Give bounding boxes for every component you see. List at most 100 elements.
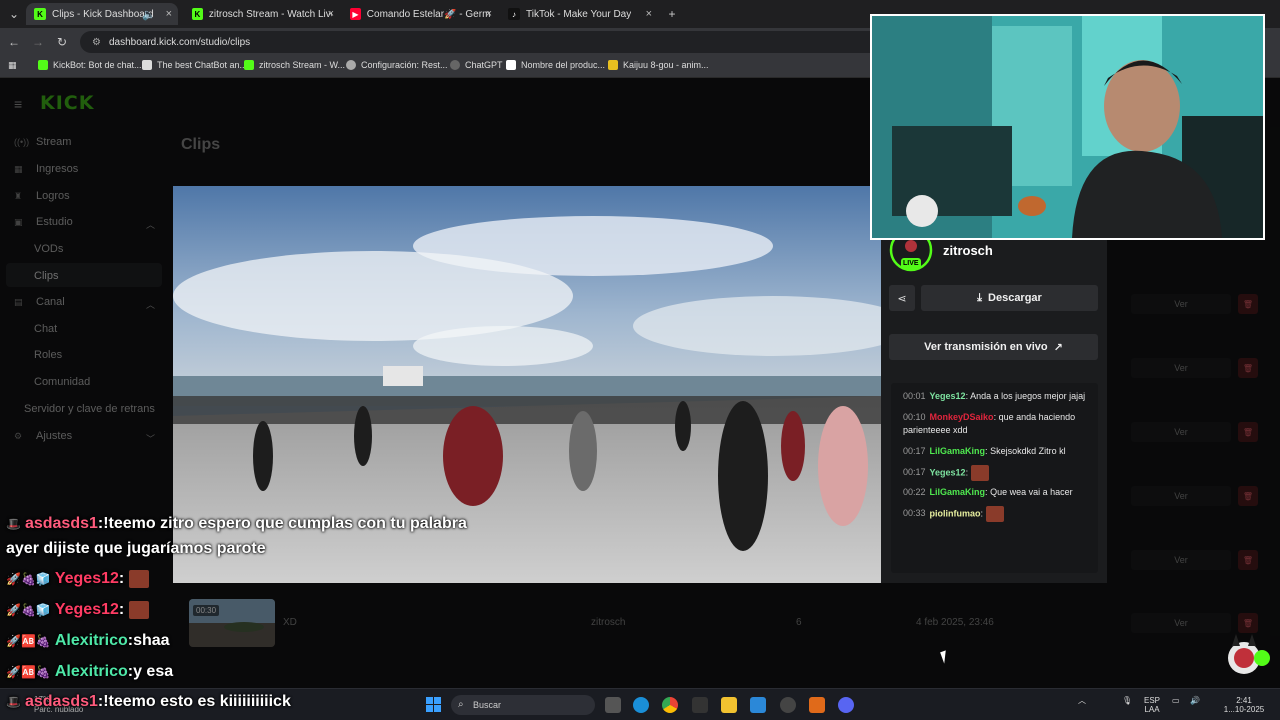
- streamer-avatar[interactable]: LIVE: [889, 228, 933, 272]
- clock-date: 1...10-2025: [1223, 705, 1265, 714]
- obs-icon[interactable]: [780, 697, 796, 713]
- language-indicator[interactable]: ESP LAA: [1144, 696, 1160, 714]
- overlay-chat-user: Yeges12: [54, 601, 119, 618]
- tab-comando-estelar[interactable]: ▶ Comando Estelar🚀 - Germani ×: [342, 3, 498, 25]
- close-icon[interactable]: ×: [486, 8, 492, 20]
- chat-text: Anda a los juegos mejor jajaj: [970, 391, 1086, 401]
- reload-icon[interactable]: ↻: [54, 34, 70, 50]
- chat-message: 00:10 MonkeyDSaiko: que anda haciendo par…: [903, 412, 1076, 435]
- overlay-chat-message: 🎩 asdasds1: !teemo zitro espero que cump…: [6, 515, 467, 532]
- close-icon[interactable]: ×: [328, 8, 334, 20]
- overlay-emote: [129, 601, 150, 619]
- task-view-icon[interactable]: [605, 697, 621, 713]
- download-icon: ⤓: [977, 291, 983, 304]
- watch-live-button[interactable]: Ver transmisión en vivo ↗: [889, 334, 1098, 360]
- bookmark-item[interactable]: ChatGPT: [450, 60, 503, 70]
- back-icon[interactable]: ←: [6, 34, 22, 50]
- overlay-chat-user: Alexitrico: [54, 663, 128, 680]
- windows-start-icon[interactable]: [426, 697, 441, 712]
- clip-chat-replay: 00:01 Yeges12: Anda a los juegos mejor ja…: [891, 383, 1098, 573]
- overlay-chat-text: !teemo esto es kiiiiiiiiiick: [103, 693, 291, 710]
- download-label: Descargar: [988, 292, 1042, 304]
- bookmark-label: ChatGPT: [465, 60, 503, 70]
- mascot-image: [1228, 634, 1270, 674]
- search-placeholder: Buscar: [473, 700, 502, 710]
- overlay-chat-text: shaa: [133, 632, 170, 649]
- overlay-chat-message: 🎩 asdasds1: !teemo esto es kiiiiiiiiiick: [6, 693, 291, 710]
- notepad-icon[interactable]: [750, 697, 766, 713]
- kick-favicon-icon: K: [34, 8, 46, 20]
- badge-icon: 🚀🍇🧊: [6, 572, 51, 586]
- bookmark-item[interactable]: zitrosch Stream - W...: [244, 60, 345, 70]
- screen: ⌄ K Clips - Kick Dashboard 🔈 × K zitrosc…: [0, 0, 1280, 720]
- app-icon[interactable]: [692, 697, 708, 713]
- youtube-favicon-icon: ▶: [350, 8, 361, 20]
- share-button[interactable]: ⋖: [889, 285, 915, 311]
- settings-favicon-icon: [346, 60, 356, 70]
- chat-message: 00:22 LilGamaKing: Que wea vai a hacer: [903, 487, 1073, 497]
- tiktok-favicon-icon: ♪: [508, 8, 520, 20]
- language-code: ESP: [1144, 696, 1161, 705]
- watch-live-label: Ver transmisión en vivo: [924, 341, 1048, 353]
- chat-user[interactable]: Yeges12: [930, 467, 966, 477]
- download-button[interactable]: ⤓ Descargar: [921, 285, 1098, 311]
- overlay-chat-text: y esa: [133, 663, 174, 680]
- tab-label: Comando Estelar🚀 - Germani: [366, 8, 490, 20]
- chrome-icon[interactable]: [662, 697, 678, 713]
- forward-icon[interactable]: →: [30, 34, 46, 50]
- network-icon[interactable]: ▭: [1172, 696, 1180, 705]
- bookmark-label: Nombre del produc...: [521, 60, 606, 70]
- overlay-chat-user: asdasds1: [24, 693, 98, 710]
- chatbot-favicon-icon: [142, 60, 152, 70]
- chat-message: 00:17 LilGamaKing: Skejsokdkd Zitro kl: [903, 446, 1066, 456]
- chat-user[interactable]: MonkeyDSaiko: [930, 412, 994, 422]
- badge-icon: 🚀🆎🍇: [6, 634, 51, 648]
- tray-chevron-icon[interactable]: ︿: [1078, 696, 1086, 705]
- chat-text: Que wea vai a hacer: [990, 487, 1073, 497]
- discord-icon[interactable]: [838, 697, 854, 713]
- close-icon[interactable]: ×: [166, 8, 172, 20]
- volume-icon[interactable]: 🔊: [1190, 696, 1200, 705]
- site-info-icon[interactable]: ⚙: [92, 37, 101, 48]
- badge-icon: 🎩: [6, 695, 21, 709]
- clock-time: 2:41: [1236, 696, 1252, 705]
- bookmark-label: The best ChatBot an...: [157, 60, 248, 70]
- chat-user[interactable]: LilGamaKing: [930, 446, 986, 456]
- tab-zitrosch-stream[interactable]: K zitrosch Stream - Watch Live o ×: [184, 3, 340, 25]
- bookmark-item[interactable]: KickBot: Bot de chat...: [38, 60, 142, 70]
- chat-user[interactable]: Yeges12: [930, 391, 966, 401]
- overlay-chat-text: !teemo zitro espero que cumplas con tu p…: [103, 515, 467, 532]
- overlay-chat-text: ayer dijiste que jugaríamos parote: [6, 540, 266, 557]
- overlay-chat-user: asdasds1: [24, 515, 98, 532]
- streamer-name[interactable]: zitrosch: [943, 243, 993, 258]
- bookmark-label: Configuración: Rest...: [361, 60, 448, 70]
- clock[interactable]: 2:41 1...10-2025: [1222, 696, 1266, 714]
- bookmark-item[interactable]: Kaijuu 8-gou - anim...: [608, 60, 709, 70]
- speaker-icon[interactable]: 🔈: [142, 8, 156, 21]
- tab-search-icon[interactable]: ⌄: [6, 6, 22, 22]
- edge-icon[interactable]: [633, 697, 649, 713]
- brave-icon[interactable]: [809, 697, 825, 713]
- bookmark-item[interactable]: Configuración: Rest...: [346, 60, 448, 70]
- tab-kick-dashboard[interactable]: K Clips - Kick Dashboard 🔈 ×: [26, 3, 178, 25]
- chat-time: 00:22: [903, 487, 926, 497]
- chat-user[interactable]: piolinfumao: [930, 508, 981, 518]
- chat-user[interactable]: LilGamaKing: [930, 487, 986, 497]
- new-tab-icon[interactable]: +: [664, 6, 680, 22]
- taskbar-search-input[interactable]: ⌕ Buscar: [451, 695, 595, 715]
- close-icon[interactable]: ×: [646, 8, 652, 20]
- url-text: dashboard.kick.com/studio/clips: [108, 36, 251, 48]
- tab-tiktok[interactable]: ♪ TikTok - Make Your Day ×: [500, 3, 658, 25]
- bookmark-item[interactable]: Nombre del produc...: [506, 60, 605, 70]
- chat-time: 00:17: [903, 446, 926, 456]
- microphone-icon[interactable]: 🎙: [1122, 696, 1132, 705]
- chat-time: 00:10: [903, 412, 926, 422]
- overlay-chat-message: ayer dijiste que jugaríamos parote: [6, 540, 266, 558]
- file-explorer-icon[interactable]: [721, 697, 737, 713]
- overlay-emote: [129, 570, 150, 588]
- bookmark-item[interactable]: The best ChatBot an...: [142, 60, 247, 70]
- overlay-chat-user: Alexitrico: [54, 632, 128, 649]
- tab-label: Clips - Kick Dashboard: [52, 8, 154, 20]
- apps-icon[interactable]: ▦: [8, 60, 17, 71]
- url-field[interactable]: ⚙ dashboard.kick.com/studio/clips: [80, 31, 980, 53]
